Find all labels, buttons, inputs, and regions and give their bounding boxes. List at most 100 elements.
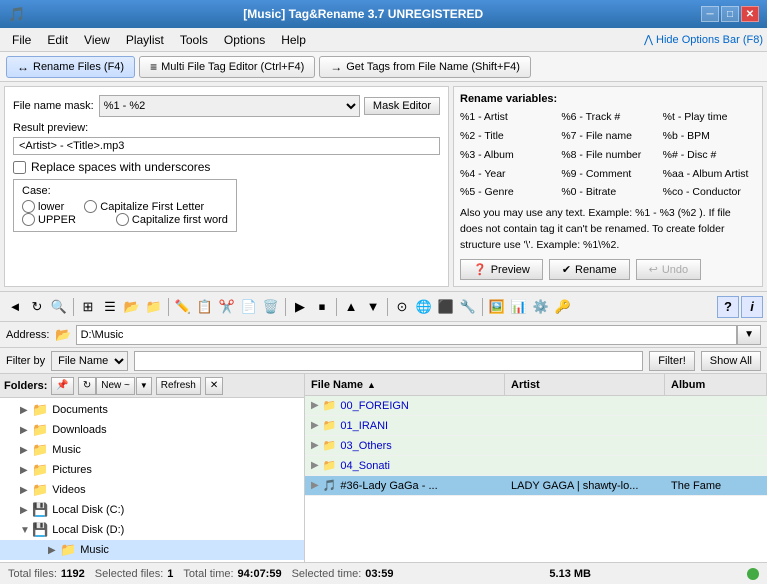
toolbar-icon-23[interactable]: ⚙️ xyxy=(530,296,552,318)
folders-pin-button[interactable]: 📌 xyxy=(51,377,73,395)
file-row-sonati[interactable]: ▶ 📁 04_Sonati xyxy=(305,456,767,476)
lower-radio[interactable]: lower xyxy=(22,200,64,213)
capitalize-first-letter-radio[interactable]: Capitalize First Letter xyxy=(84,200,204,213)
tab-rename-label: Rename Files (F4) xyxy=(33,61,124,73)
file-row-ladygaga[interactable]: ▶ 🎵 #36-Lady GaGa - ... LADY GAGA | shaw… xyxy=(305,476,767,496)
toolbar-icon-13[interactable]: ▶ xyxy=(289,296,311,318)
file-row-foreign[interactable]: ▶ 📁 00_FOREIGN xyxy=(305,396,767,416)
refresh-button[interactable]: Refresh xyxy=(156,377,201,395)
tree-item-music-d[interactable]: ▶ 📁 Music xyxy=(0,540,304,560)
tab-rename-files[interactable]: ↔ Rename Files (F4) xyxy=(6,56,135,78)
preview-button[interactable]: ❓ Preview xyxy=(460,259,543,280)
toolbar-icon-11[interactable]: 📄 xyxy=(238,296,260,318)
tab-get-tags-label: Get Tags from File Name (Shift+F4) xyxy=(346,61,520,73)
address-dropdown-button[interactable]: ▼ xyxy=(737,325,761,345)
mask-editor-button[interactable]: Mask Editor xyxy=(364,97,440,115)
toolbar-icon-7[interactable]: 📁 xyxy=(143,296,165,318)
menu-edit[interactable]: Edit xyxy=(39,31,76,49)
new-arrow-button[interactable]: ▼ xyxy=(136,377,152,395)
toolbar-icon-20[interactable]: 🔧 xyxy=(457,296,479,318)
separator-2 xyxy=(168,298,169,316)
toolbar-icon-2[interactable]: ↻ xyxy=(26,296,48,318)
toolbar-icon-1[interactable]: ◄ xyxy=(4,296,26,318)
folders-refresh-indicator[interactable]: ↻ xyxy=(78,377,96,395)
tree-label-local-d: Local Disk (D:) xyxy=(52,524,124,536)
upper-radio-input[interactable] xyxy=(22,213,35,226)
tree-arrow-music-d: ▶ xyxy=(48,545,60,556)
upper-radio[interactable]: UPPER xyxy=(22,213,76,226)
tree-item-pictures[interactable]: ▶ 📁 Pictures xyxy=(16,460,304,480)
toolbar-icon-19[interactable]: ⬛ xyxy=(435,296,457,318)
menu-file[interactable]: File xyxy=(4,31,39,49)
toolbar-icon-help[interactable]: ? xyxy=(717,296,739,318)
filter-text-input[interactable] xyxy=(134,351,643,371)
minimize-button[interactable]: ─ xyxy=(701,6,719,22)
undo-button[interactable]: ↩ Undo xyxy=(636,259,702,280)
file-row-others[interactable]: ▶ 📁 03_Others xyxy=(305,436,767,456)
toolbar-icon-10[interactable]: ✂️ xyxy=(216,296,238,318)
maximize-button[interactable]: □ xyxy=(721,6,739,22)
toolbar-icon-18[interactable]: 🌐 xyxy=(413,296,435,318)
replace-spaces-checkbox[interactable] xyxy=(13,161,26,174)
rename-button[interactable]: ✔ Rename xyxy=(549,259,630,280)
col-header-filename[interactable]: File Name ▲ xyxy=(305,374,505,395)
close-folders-button[interactable]: ✕ xyxy=(205,377,223,395)
toolbar-icon-5[interactable]: ☰ xyxy=(99,296,121,318)
replace-spaces-label: Replace spaces with underscores xyxy=(31,160,210,174)
file-row-irani[interactable]: ▶ 📁 01_IRANI xyxy=(305,416,767,436)
tree-item-local-d[interactable]: ▼ 💾 Local Disk (D:) xyxy=(16,520,304,540)
toolbar-icon-9[interactable]: 📋 xyxy=(194,296,216,318)
rename-checkmark-icon: ✔ xyxy=(562,263,571,276)
file-name-mask-row: File name mask: %1 - %2 Mask Editor xyxy=(13,95,440,117)
separator-5 xyxy=(387,298,388,316)
toolbar-icon-21[interactable]: 🖼️ xyxy=(486,296,508,318)
toolbar-icon-6[interactable]: 📂 xyxy=(121,296,143,318)
hide-options-bar[interactable]: ⋀ Hide Options Bar (F8) xyxy=(644,33,763,46)
toolbar-icon-3[interactable]: 🔍 xyxy=(48,296,70,318)
toolbar-icon-24[interactable]: 🔑 xyxy=(552,296,574,318)
menu-view[interactable]: View xyxy=(76,31,118,49)
menu-tools[interactable]: Tools xyxy=(172,31,216,49)
music-file-icon: 🎵 xyxy=(323,479,337,492)
show-all-button[interactable]: Show All xyxy=(701,351,761,371)
toolbar-icon-22[interactable]: 📊 xyxy=(508,296,530,318)
sort-asc-icon: ▲ xyxy=(367,380,376,390)
toolbar-icon-17[interactable]: ⊙ xyxy=(391,296,413,318)
tab-get-tags[interactable]: → Get Tags from File Name (Shift+F4) xyxy=(319,56,531,78)
vars-title: Rename variables: xyxy=(460,93,756,105)
capitalize-first-word-input[interactable] xyxy=(116,213,129,226)
lower-radio-input[interactable] xyxy=(22,200,35,213)
toolbar-icon-16[interactable]: ▼ xyxy=(362,296,384,318)
toolbar-icon-info[interactable]: i xyxy=(741,296,763,318)
capitalize-first-letter-input[interactable] xyxy=(84,200,97,213)
tree-item-downloads[interactable]: ▶ 📁 Downloads xyxy=(16,420,304,440)
tree-arrow-local-c: ▶ xyxy=(20,505,32,516)
tree-item-documents[interactable]: ▶ 📁 Documents xyxy=(16,400,304,420)
toolbar-icon-14[interactable]: ⏹ xyxy=(311,296,333,318)
tree-arrow-pictures: ▶ xyxy=(20,465,32,476)
filter-by-label: Filter by xyxy=(6,355,45,367)
tree-item-music[interactable]: ▶ 📁 Music xyxy=(16,440,304,460)
filter-type-select[interactable]: File Name Artist Album Title xyxy=(51,351,128,371)
col-header-artist[interactable]: Artist xyxy=(505,374,665,395)
tree-item-local-c[interactable]: ▶ 💾 Local Disk (C:) xyxy=(16,500,304,520)
new-button[interactable]: New ~ xyxy=(96,377,135,395)
artist-cell-0 xyxy=(505,405,665,407)
toolbar-icon-8[interactable]: ✏️ xyxy=(172,296,194,318)
close-button[interactable]: ✕ xyxy=(741,6,759,22)
toolbar-icon-12[interactable]: 🗑️ xyxy=(260,296,282,318)
address-input[interactable] xyxy=(76,325,737,345)
menu-playlist[interactable]: Playlist xyxy=(118,31,172,49)
toolbar-icon-15[interactable]: ▲ xyxy=(340,296,362,318)
menu-options[interactable]: Options xyxy=(216,31,273,49)
file-name-mask-select[interactable]: %1 - %2 xyxy=(99,95,360,117)
tree-item-videos[interactable]: ▶ 📁 Videos xyxy=(16,480,304,500)
menu-help[interactable]: Help xyxy=(273,31,314,49)
filter-button[interactable]: Filter! xyxy=(649,351,695,371)
rename-vars-panel: Rename variables: %1 - Artist %6 - Track… xyxy=(453,86,763,287)
capitalize-first-word-radio[interactable]: Capitalize first word xyxy=(116,213,228,226)
col-header-album[interactable]: Album xyxy=(665,374,767,395)
rename-icon: ↔ xyxy=(17,60,29,74)
tab-multi-file-tag[interactable]: ≡ Multi File Tag Editor (Ctrl+F4) xyxy=(139,56,315,78)
toolbar-icon-4[interactable]: ⊞ xyxy=(77,296,99,318)
